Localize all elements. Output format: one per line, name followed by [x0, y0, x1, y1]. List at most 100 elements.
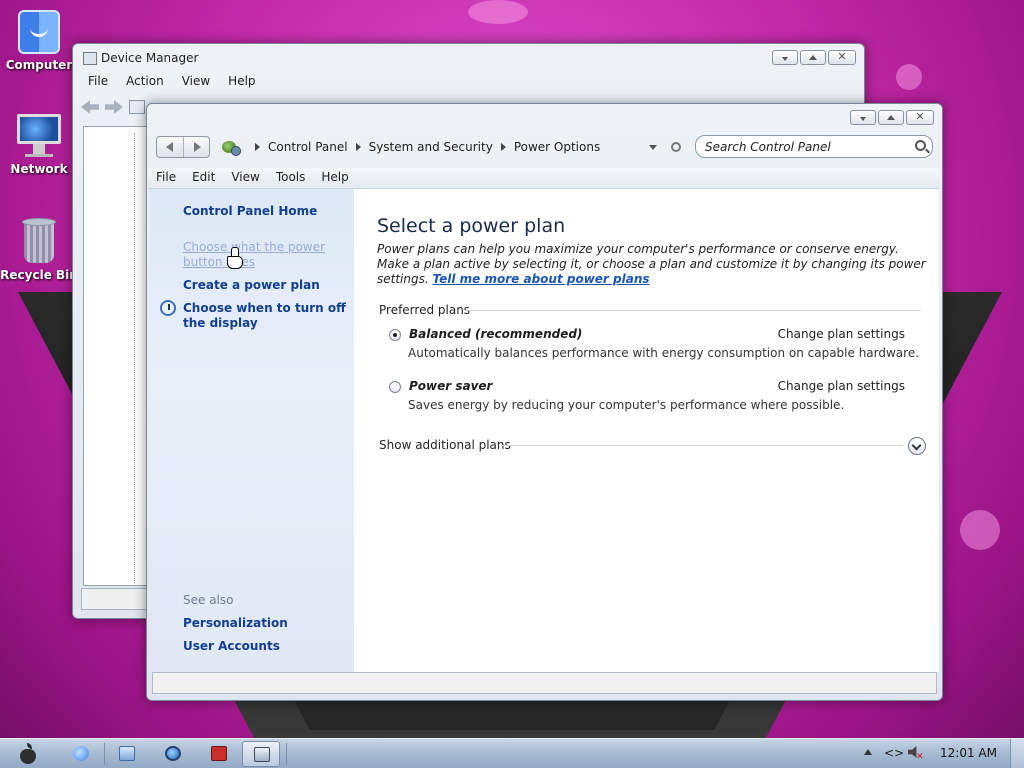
- desktop-icon-label: Computer: [5, 58, 73, 72]
- section-divider: [465, 310, 921, 311]
- taskbar-button-device-manager[interactable]: [242, 741, 280, 767]
- chevron-down-icon[interactable]: [908, 437, 926, 455]
- minimize-button[interactable]: [850, 110, 876, 125]
- taskbar-separator: [104, 743, 105, 765]
- close-button[interactable]: [828, 50, 856, 65]
- backdrop-glow: [896, 64, 922, 90]
- device-manager-icon: [83, 52, 97, 65]
- see-also-label: See also: [183, 593, 234, 607]
- breadcrumb-system-and-security[interactable]: System and Security: [369, 140, 493, 154]
- plan-description-balanced: Automatically balances performance with …: [408, 346, 920, 360]
- taskbar-button-browser[interactable]: [62, 741, 100, 767]
- menu-help[interactable]: Help: [313, 168, 356, 188]
- search-input[interactable]: Search Control Panel: [695, 135, 933, 158]
- power-options-menubar: File Edit View Tools Help: [148, 168, 941, 188]
- taskbar-button-explorer[interactable]: [108, 741, 146, 767]
- change-plan-settings-power-saver[interactable]: Change plan settings: [778, 379, 905, 393]
- menu-file[interactable]: File: [79, 72, 117, 90]
- taskbar-separator: [286, 743, 287, 765]
- sidebar-link-personalization[interactable]: Personalization: [183, 616, 288, 631]
- maximize-button[interactable]: [878, 110, 904, 125]
- network-tray-icon[interactable]: <>: [884, 746, 904, 760]
- task-sidebar: Control Panel Home Choose what the power…: [149, 189, 354, 673]
- menu-file[interactable]: File: [148, 168, 184, 188]
- section-divider: [501, 445, 903, 446]
- folder-window-icon: [119, 746, 135, 761]
- window-title: Device Manager: [101, 51, 199, 65]
- tree-lines: [134, 133, 135, 583]
- taskbar-button-search[interactable]: [154, 741, 192, 767]
- minimize-button[interactable]: [772, 50, 798, 65]
- mute-badge-icon: ✕: [916, 752, 924, 762]
- device-manager-icon: [254, 747, 270, 762]
- sidebar-link-control-panel-home[interactable]: Control Panel Home: [183, 204, 317, 219]
- preferred-plans-label: Preferred plans: [379, 303, 471, 317]
- chevron-right-icon[interactable]: [255, 143, 260, 151]
- menu-edit[interactable]: Edit: [184, 168, 223, 188]
- menu-help[interactable]: Help: [219, 72, 264, 90]
- show-additional-plans-label[interactable]: Show additional plans: [379, 438, 511, 452]
- menu-view[interactable]: View: [173, 72, 219, 90]
- page-title: Select a power plan: [377, 215, 566, 237]
- desktop-icon-computer[interactable]: Computer: [0, 10, 79, 72]
- plan-name-balanced[interactable]: Balanced (recommended): [409, 327, 582, 341]
- taskbar-button-toolbox[interactable]: [200, 741, 238, 767]
- window-controls: [772, 50, 856, 65]
- breadcrumb-power-options[interactable]: Power Options: [514, 140, 600, 154]
- breadcrumb-control-panel[interactable]: Control Panel: [268, 140, 348, 154]
- sidebar-link-create-power-plan[interactable]: Create a power plan: [183, 278, 320, 293]
- chevron-right-icon[interactable]: [355, 143, 361, 151]
- taskbar-clock[interactable]: 12:01 AM: [940, 746, 997, 760]
- control-panel-icon: [221, 139, 241, 156]
- change-plan-settings-balanced[interactable]: Change plan settings: [778, 327, 905, 341]
- window-controls: [850, 110, 934, 125]
- close-button[interactable]: [906, 110, 934, 125]
- forward-button[interactable]: [183, 137, 209, 157]
- device-tree[interactable]: [83, 126, 147, 586]
- sidebar-link-power-button[interactable]: Choose what the power button does: [183, 240, 333, 270]
- desktop-icon-label: Recycle Bin: [0, 268, 78, 282]
- plan-name-power-saver[interactable]: Power saver: [409, 379, 492, 393]
- tray-expand-icon[interactable]: [864, 749, 872, 755]
- power-saver-plan-radio[interactable]: [389, 381, 401, 393]
- recycle-bin-icon: [20, 218, 58, 264]
- taskbar: <> ✕ 12:01 AM: [0, 738, 1024, 768]
- show-desktop-button[interactable]: [1010, 739, 1024, 768]
- clock-icon: [160, 300, 176, 316]
- forward-arrow-icon[interactable]: [105, 100, 123, 114]
- start-apple-icon[interactable]: [18, 743, 38, 765]
- menu-action[interactable]: Action: [117, 72, 173, 90]
- sidebar-link-user-accounts[interactable]: User Accounts: [183, 639, 280, 654]
- toolbar-tool-icon[interactable]: [129, 100, 145, 114]
- back-arrow-icon[interactable]: [81, 100, 99, 114]
- backdrop-glow: [468, 0, 528, 24]
- search-placeholder: Search Control Panel: [705, 140, 831, 154]
- chevron-right-icon[interactable]: [500, 143, 506, 151]
- power-options-body: Control Panel Home Choose what the power…: [149, 188, 939, 673]
- menu-tools[interactable]: Tools: [268, 168, 314, 188]
- back-button[interactable]: [157, 137, 183, 157]
- learn-more-link[interactable]: Tell me more about power plans: [433, 272, 650, 286]
- hand-cursor-icon: [227, 247, 243, 269]
- refresh-icon[interactable]: [671, 142, 681, 152]
- address-bar[interactable]: Control Panel System and Security Power …: [221, 136, 661, 158]
- menu-view[interactable]: View: [223, 168, 267, 188]
- search-icon[interactable]: [915, 140, 926, 151]
- desktop-icon-network[interactable]: Network: [0, 114, 79, 176]
- toolbox-icon: [211, 746, 227, 761]
- sidebar-link-turn-off-display[interactable]: Choose when to turn off the display: [183, 301, 348, 331]
- desktop-icon-recycle-bin[interactable]: Recycle Bin: [0, 218, 79, 282]
- power-options-window[interactable]: Control Panel System and Security Power …: [146, 103, 943, 701]
- computer-icon: [18, 10, 60, 54]
- main-content: Select a power plan Power plans can help…: [373, 189, 929, 673]
- maximize-button[interactable]: [800, 50, 826, 65]
- backdrop-glow: [960, 510, 1000, 550]
- magnifier-icon: [165, 746, 181, 761]
- balanced-plan-radio[interactable]: [389, 329, 401, 341]
- plan-description-power-saver: Saves energy by reducing your computer's…: [408, 398, 845, 412]
- address-dropdown-icon[interactable]: [649, 145, 657, 150]
- navigation-buttons: [156, 136, 210, 158]
- network-icon: [15, 114, 63, 158]
- power-options-statusbar: [152, 672, 937, 694]
- device-manager-toolbar: [81, 96, 145, 118]
